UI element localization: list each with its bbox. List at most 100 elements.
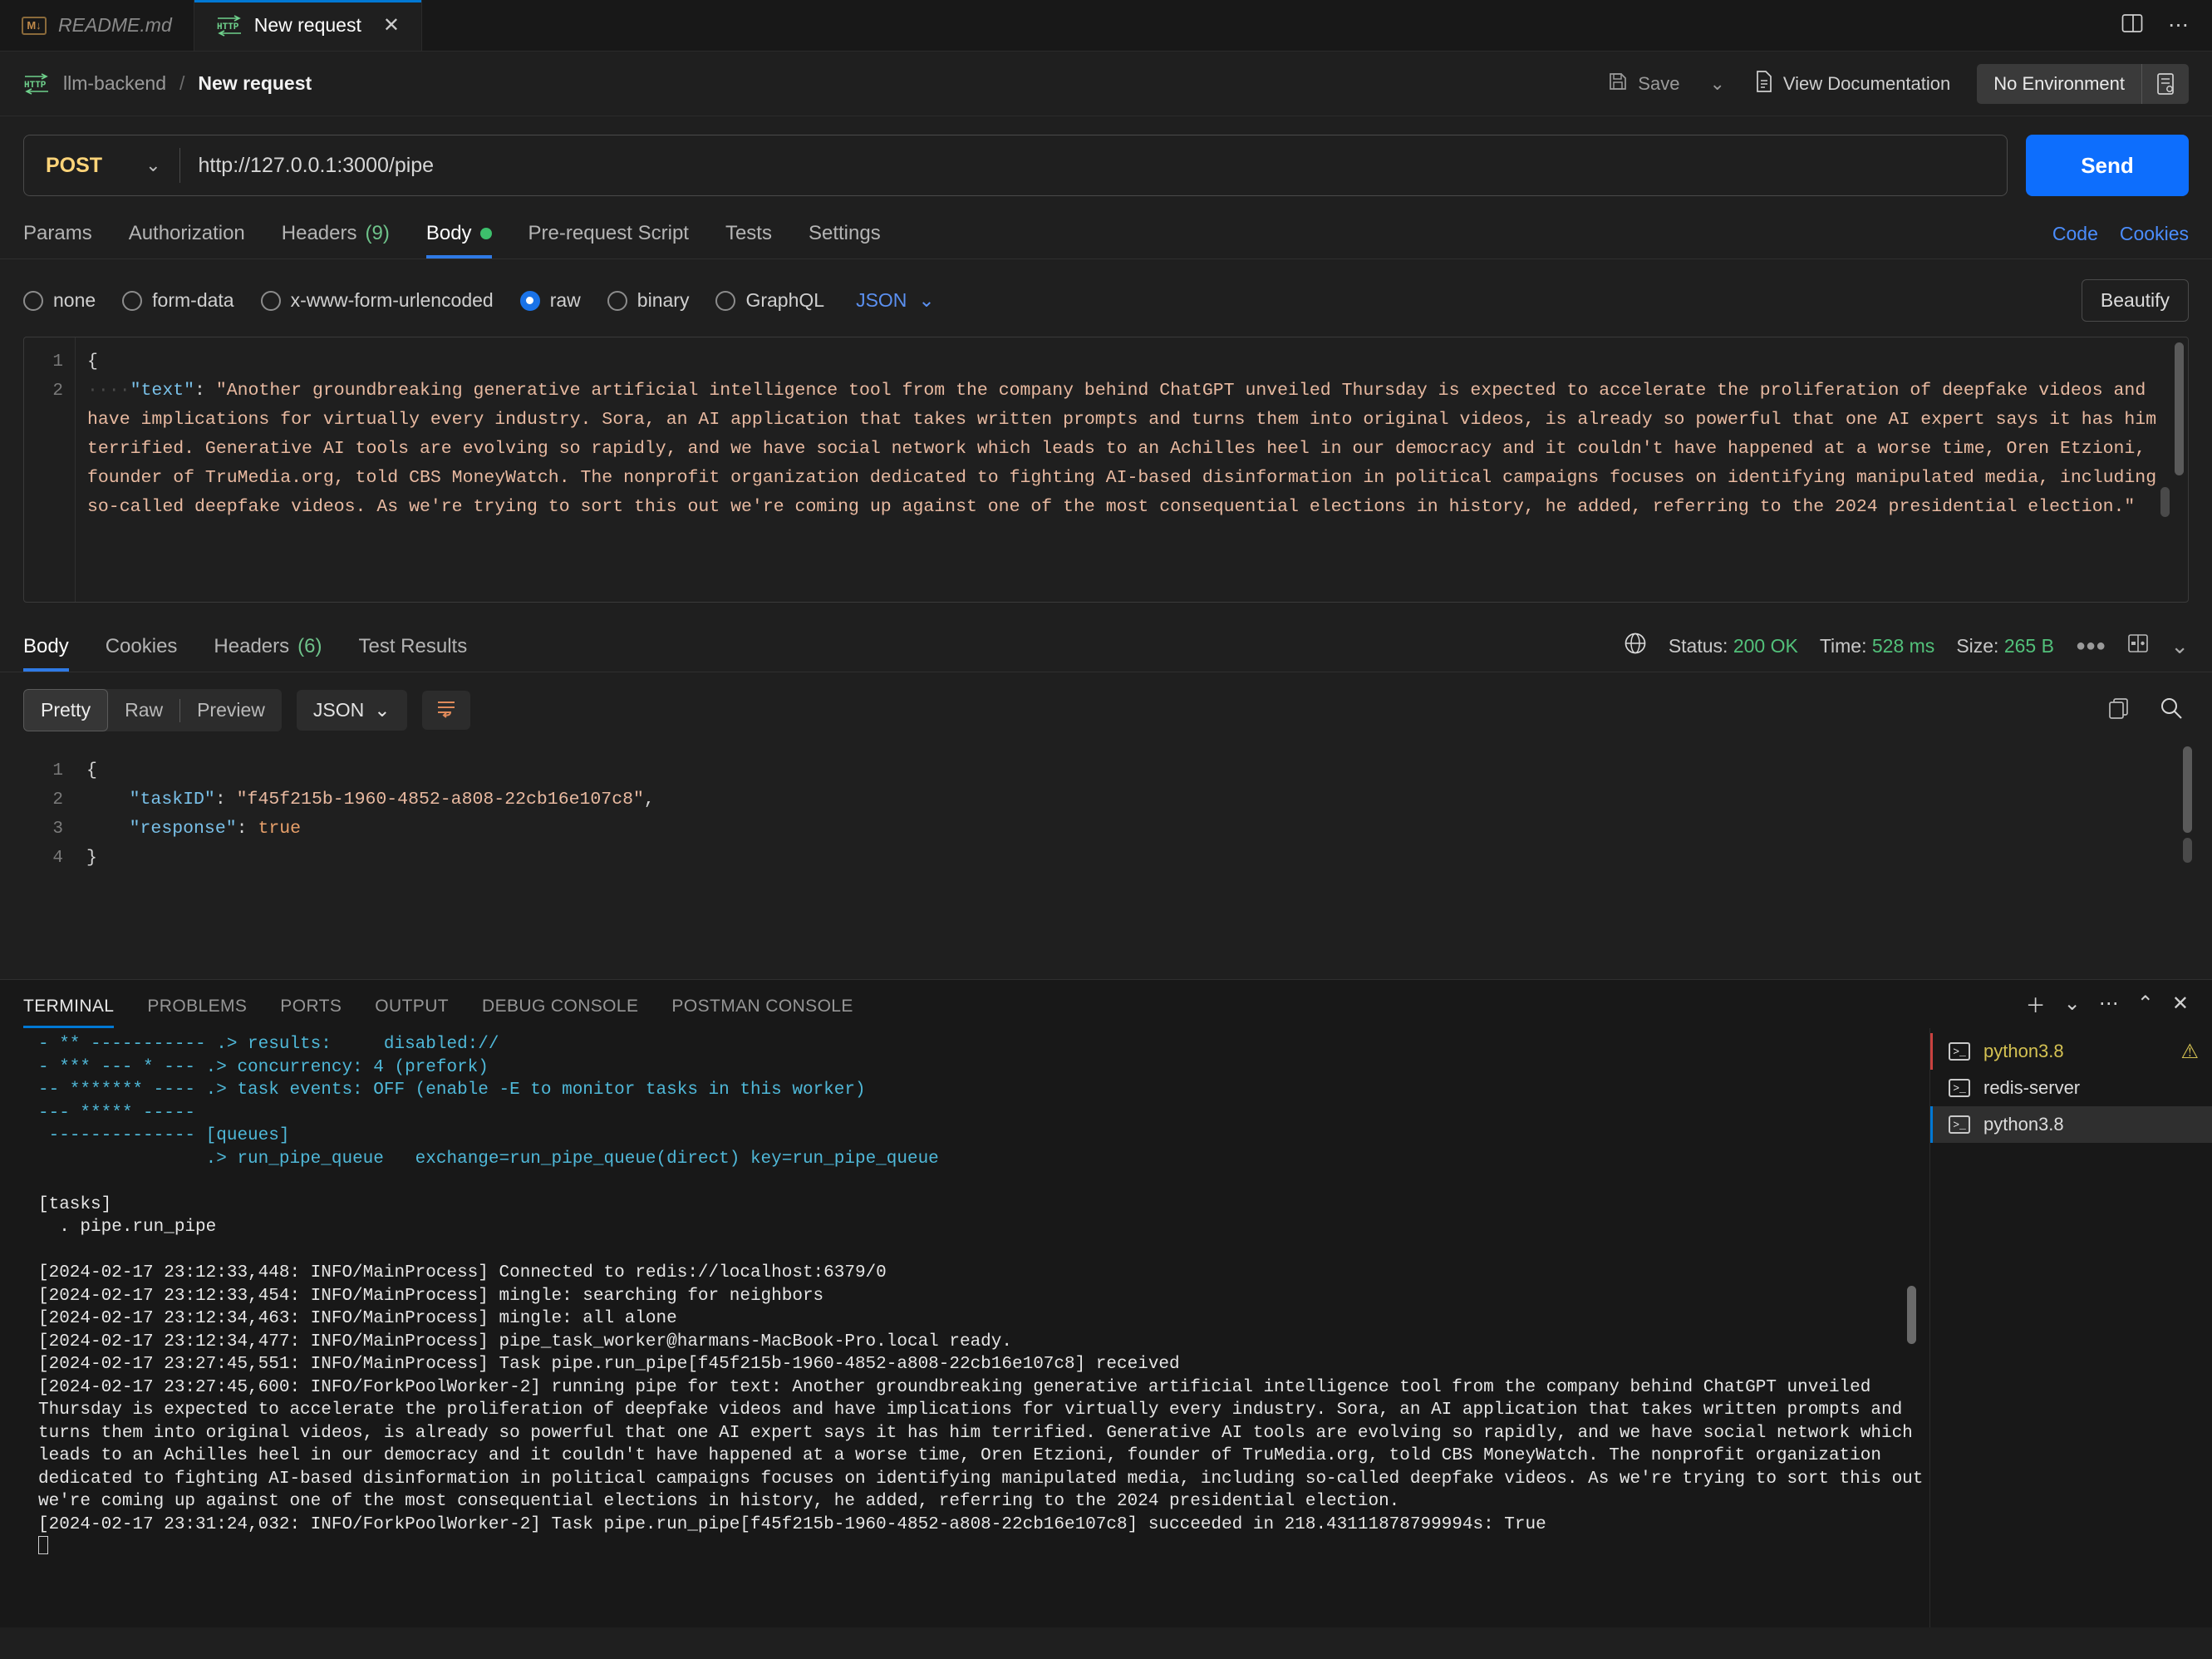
panel-tab-ports[interactable]: PORTS (263, 997, 358, 1028)
word-wrap-toggle[interactable] (421, 691, 470, 730)
chevron-up-icon[interactable]: ⌃ (2137, 992, 2154, 1016)
time-label: Time: 528 ms (1820, 635, 1934, 657)
tab-body[interactable]: Body (408, 222, 510, 258)
view-mode-preview[interactable]: Preview (180, 690, 282, 731)
raw-format-selector[interactable]: JSON ⌄ (856, 289, 935, 312)
radio-icon[interactable] (122, 290, 143, 311)
body-type-none[interactable]: none (23, 289, 96, 312)
view-documentation-button[interactable]: View Documentation (1740, 64, 1965, 104)
line-number: 1 (52, 761, 63, 780)
environment-name[interactable]: No Environment (1977, 64, 2141, 104)
ellipsis-icon[interactable]: ●●● (2076, 637, 2106, 656)
body-type-binary[interactable]: binary (607, 289, 689, 312)
response-body-viewer[interactable]: 1 2 3 4 { "taskID": "f45f215b-1960-4852-… (0, 746, 2212, 979)
body-type-raw[interactable]: raw (519, 289, 581, 312)
response-tab-headers[interactable]: Headers (6) (195, 635, 340, 672)
chevron-down-icon[interactable]: ⌄ (2170, 633, 2189, 659)
panel-tab-postman-console[interactable]: POSTMAN CONSOLE (655, 997, 869, 1028)
terminal-instance-python38-1[interactable]: >_ python3.8 ⚠ (1930, 1033, 2212, 1070)
editor-minimap-scrollbar[interactable] (2160, 487, 2170, 517)
tab-new-request[interactable]: HTTP New request ✕ (194, 0, 422, 51)
editor-scrollbar[interactable] (2175, 342, 2184, 475)
ellipsis-icon[interactable]: ⋯ (2099, 992, 2119, 1016)
split-pane-icon[interactable] (2127, 633, 2149, 659)
postman-header-actions: Save ⌄ View Documentation No Environment (1593, 63, 2189, 104)
method-label: POST (46, 153, 103, 177)
close-icon[interactable]: ✕ (2172, 992, 2189, 1016)
response-tab-body[interactable]: Body (23, 635, 87, 672)
tab-label: Settings (808, 222, 881, 244)
response-tab-cookies[interactable]: Cookies (87, 635, 196, 672)
tab-headers[interactable]: Headers (9) (263, 222, 408, 258)
chevron-down-icon[interactable]: ⌄ (2064, 992, 2081, 1016)
tab-authorization[interactable]: Authorization (111, 222, 263, 258)
cookies-link[interactable]: Cookies (2120, 223, 2189, 245)
response-scrollbar[interactable] (2183, 746, 2192, 833)
line-number: 2 (52, 382, 63, 401)
tab-label: Body (425, 222, 472, 244)
search-icon[interactable] (2159, 696, 2184, 725)
status-label: Status: 200 OK (1669, 635, 1798, 657)
radio-icon[interactable] (607, 290, 627, 311)
line-number-gutter: 1 2 3 4 (23, 746, 75, 979)
method-selector[interactable]: POST ⌄ (24, 154, 179, 178)
line-number-gutter: 1 2 (24, 337, 76, 602)
panel-tab-debug-console[interactable]: DEBUG CONSOLE (465, 997, 655, 1028)
terminal-scrollbar[interactable] (1907, 1286, 1916, 1344)
breadcrumb-collection[interactable]: llm-backend (63, 72, 166, 95)
terminal-banner-line: - *** --- * --- .> concurrency: 4 (prefo… (38, 1057, 489, 1077)
request-body-editor[interactable]: 1 2 { ····"text": "Another groundbreakin… (23, 337, 2189, 603)
status-value: 200 OK (1733, 634, 1798, 657)
request-body-code[interactable]: { ····"text": "Another groundbreaking ge… (76, 337, 2188, 602)
panel-tab-problems[interactable]: PROBLEMS (130, 997, 263, 1028)
body-type-graphql[interactable]: GraphQL (715, 289, 824, 312)
indent-dots: ···· (87, 381, 130, 401)
tab-pre-request-script[interactable]: Pre-request Script (510, 222, 707, 258)
radio-icon-selected[interactable] (519, 290, 540, 311)
environment-quick-look-icon[interactable] (2142, 65, 2189, 103)
radio-icon[interactable] (260, 290, 281, 311)
radio-icon[interactable] (23, 290, 43, 311)
view-mode-raw[interactable]: Raw (108, 690, 179, 731)
tab-readme[interactable]: M↓ README.md (0, 0, 194, 51)
body-type-form-data[interactable]: form-data (122, 289, 234, 312)
time-text: Time: (1819, 634, 1867, 657)
view-mode-pretty[interactable]: Pretty (23, 689, 109, 731)
save-options-button[interactable]: ⌄ (1694, 66, 1739, 101)
label: x-www-form-urlencoded (290, 289, 494, 311)
panel-tab-output[interactable]: OUTPUT (358, 997, 465, 1028)
environment-selector[interactable]: No Environment (1977, 63, 2189, 104)
response-format-selector[interactable]: JSON ⌄ (296, 690, 407, 731)
beautify-button[interactable]: Beautify (2081, 279, 2189, 322)
postman-header: HTTP llm-backend / New request Save ⌄ Vi… (0, 52, 2212, 116)
terminal-instance-redis-server[interactable]: >_ redis-server (1930, 1070, 2212, 1106)
breadcrumb-current: New request (198, 72, 312, 94)
json-comma: , (643, 790, 655, 810)
tab-label: README.md (58, 14, 172, 36)
code-link[interactable]: Code (2052, 223, 2098, 245)
response-tab-test-results[interactable]: Test Results (340, 635, 485, 672)
copy-icon[interactable] (2107, 697, 2131, 724)
url-input[interactable]: http://127.0.0.1:3000/pipe (180, 154, 435, 178)
radio-icon[interactable] (715, 290, 736, 311)
tab-tests[interactable]: Tests (707, 222, 790, 258)
split-editor-icon[interactable] (2121, 13, 2143, 37)
save-button[interactable]: Save (1593, 65, 1694, 103)
close-icon[interactable]: ✕ (383, 15, 400, 36)
panel-tab-terminal[interactable]: TERMINAL (23, 997, 130, 1028)
tab-label: Cookies (105, 635, 178, 657)
tab-settings[interactable]: Settings (790, 222, 899, 258)
tab-params[interactable]: Params (23, 222, 111, 258)
editor-tab-bar: M↓ README.md HTTP New request ✕ ⋯ (0, 0, 2212, 52)
add-terminal-icon[interactable]: ＋ (2026, 989, 2046, 1018)
chevron-down-icon: ⌄ (145, 155, 161, 175)
label: none (53, 289, 96, 311)
terminal-output[interactable]: - ** ----------- .> results: disabled://… (0, 1028, 1929, 1627)
response-tabs: Body Cookies Headers (6) Test Results Sta… (0, 621, 2212, 672)
terminal-instance-python38-2[interactable]: >_ python3.8 (1930, 1106, 2212, 1143)
response-scrollbar-secondary[interactable] (2183, 838, 2192, 863)
ellipsis-icon[interactable]: ⋯ (2168, 15, 2189, 36)
send-button[interactable]: Send (2026, 135, 2189, 196)
body-type-urlencoded[interactable]: x-www-form-urlencoded (260, 289, 494, 312)
terminal-banner-line: --- ***** ----- (38, 1103, 196, 1123)
